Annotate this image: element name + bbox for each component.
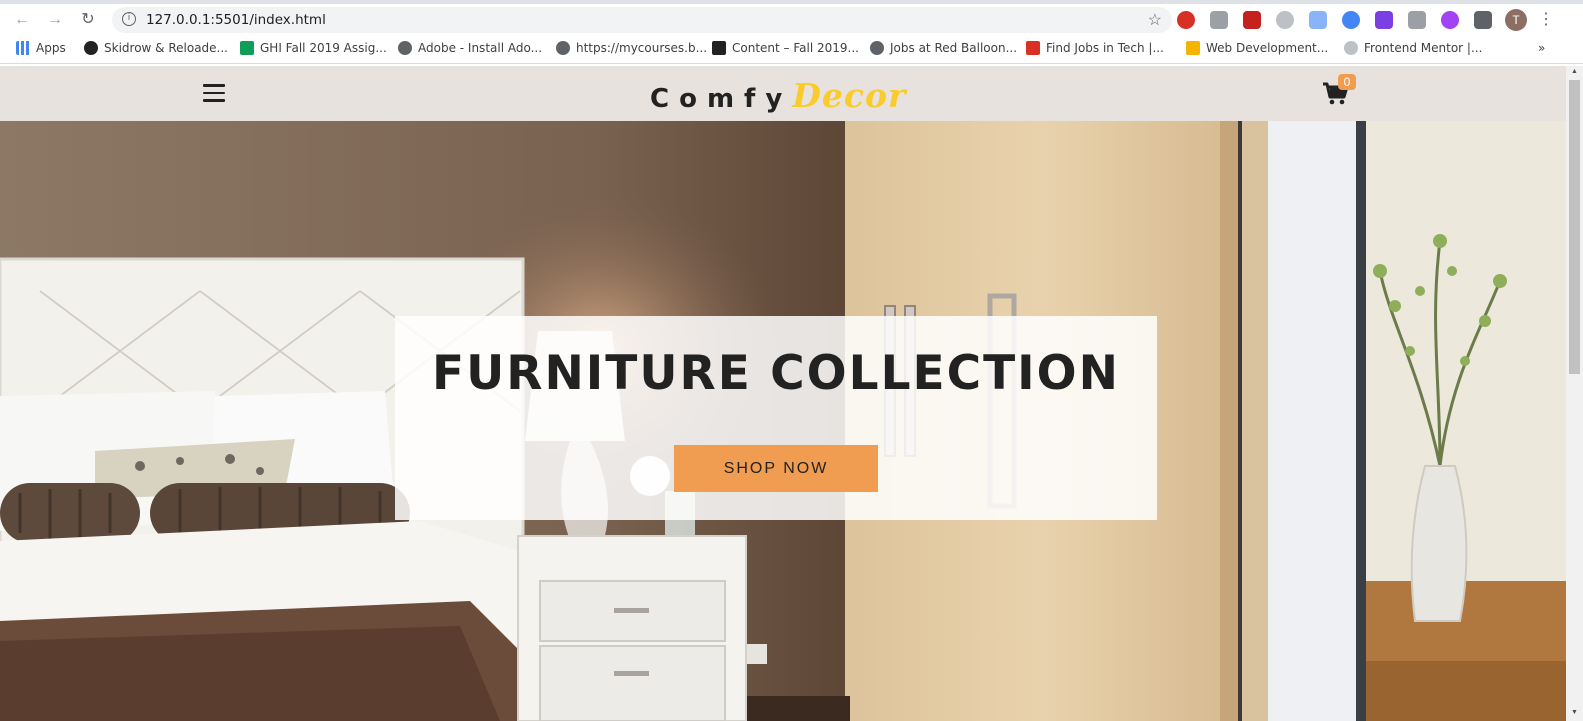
dice-favicon-icon — [1026, 41, 1040, 55]
frontend-mentor-favicon-icon — [1344, 41, 1358, 55]
purple-extension-icon[interactable] — [1375, 11, 1393, 29]
robot-extension-icon[interactable] — [1408, 11, 1426, 29]
bookmark-red-balloon[interactable]: Jobs at Red Balloon... — [870, 41, 1017, 59]
hamburger-menu-icon[interactable] — [203, 84, 225, 102]
bookmark-frontend-mentor[interactable]: Frontend Mentor |... — [1344, 41, 1482, 59]
pdf-extension-icon[interactable] — [1243, 11, 1261, 29]
scroll-up-arrow-icon[interactable]: ▲ — [1570, 68, 1579, 75]
hero-section: FURNITURE COLLECTION SHOP NOW — [0, 121, 1566, 721]
site-logo[interactable]: ComfyDecor — [650, 76, 907, 115]
shield-extension-icon[interactable] — [1210, 11, 1228, 29]
shop-now-button[interactable]: SHOP NOW — [674, 445, 878, 492]
udemy-favicon-icon — [1186, 41, 1200, 55]
page-scrollbar[interactable]: ▲ ▼ — [1566, 66, 1583, 721]
brightspace-favicon-icon — [712, 41, 726, 55]
scroll-down-arrow-icon[interactable]: ▼ — [1570, 709, 1579, 716]
bookmark-adobe[interactable]: Adobe - Install Ado... — [398, 41, 542, 59]
sheets-favicon-icon — [240, 41, 254, 55]
bookmark-label: Content – Fall 2019... — [732, 41, 859, 55]
bookmark-label: Frontend Mentor |... — [1364, 41, 1483, 55]
bookmark-web-dev[interactable]: Web Development... — [1186, 41, 1328, 59]
reload-icon[interactable]: ↻ — [78, 10, 98, 30]
bookmark-label: Jobs at Red Balloon... — [890, 41, 1018, 55]
site-navbar: ComfyDecor 0 — [0, 66, 1566, 121]
browser-toolbar: ← → ↻ i 127.0.0.1:5501/index.html ☆ T ⋮ — [0, 4, 1583, 36]
back-arrow-icon[interactable]: ← — [12, 10, 32, 30]
globe-icon — [870, 41, 884, 55]
url-text[interactable]: 127.0.0.1:5501/index.html — [146, 12, 326, 28]
address-bar[interactable]: i 127.0.0.1:5501/index.html ☆ — [112, 7, 1172, 33]
bookmark-mycourses[interactable]: https://mycourses.b... — [556, 41, 707, 59]
bookmark-label: https://mycourses.b... — [576, 41, 708, 55]
forward-arrow-icon[interactable]: → — [45, 10, 65, 30]
bookmarks-bar: Apps Skidrow & Reloade... GHI Fall 2019 … — [0, 36, 1583, 64]
bookmark-label: Apps — [36, 41, 66, 55]
puzzle-extensions-icon[interactable] — [1474, 11, 1492, 29]
globe-icon — [556, 41, 570, 55]
bookmark-label: Adobe - Install Ado... — [418, 41, 543, 55]
scrollbar-thumb[interactable] — [1569, 80, 1580, 374]
screen-extension-icon[interactable] — [1309, 11, 1327, 29]
bookmark-dice[interactable]: Find Jobs in Tech |... — [1026, 41, 1164, 59]
kebab-menu-icon[interactable]: ⋮ — [1536, 10, 1556, 30]
sync-extension-icon[interactable] — [1342, 11, 1360, 29]
apps-grid-icon — [16, 41, 30, 55]
wave-extension-icon[interactable] — [1276, 11, 1294, 29]
bookmark-label: Find Jobs in Tech |... — [1046, 41, 1164, 55]
bookmark-skidrow[interactable]: Skidrow & Reloade... — [84, 41, 228, 59]
hero-banner: FURNITURE COLLECTION SHOP NOW — [395, 316, 1157, 520]
skidrow-favicon-icon — [84, 41, 98, 55]
cart-count-badge: 0 — [1338, 74, 1356, 90]
profile-avatar[interactable]: T — [1505, 9, 1527, 31]
bookmark-label: Web Development... — [1206, 41, 1329, 55]
globe-icon — [398, 41, 412, 55]
logo-word-decor: Decor — [792, 76, 907, 115]
bookmark-apps[interactable]: Apps — [16, 41, 66, 59]
site-info-icon[interactable]: i — [122, 12, 136, 26]
logo-word-comfy: Comfy — [650, 84, 793, 114]
adblock-extension-icon[interactable] — [1177, 11, 1195, 29]
bookmark-star-icon[interactable]: ☆ — [1148, 10, 1162, 30]
more-bookmarks-button[interactable]: » — [1538, 41, 1545, 59]
bookmark-ghi[interactable]: GHI Fall 2019 Assig... — [240, 41, 387, 59]
hero-title: FURNITURE COLLECTION — [432, 346, 1120, 401]
bookmark-content[interactable]: Content – Fall 2019... — [712, 41, 859, 59]
web-page: ComfyDecor 0 FURNITURE COLLECTION SHOP N… — [0, 66, 1566, 721]
violet-extension-icon[interactable] — [1441, 11, 1459, 29]
bookmark-label: GHI Fall 2019 Assig... — [260, 41, 387, 55]
bookmark-label: Skidrow & Reloade... — [104, 41, 228, 55]
browser-chrome: ← → ↻ i 127.0.0.1:5501/index.html ☆ T ⋮ … — [0, 0, 1583, 66]
